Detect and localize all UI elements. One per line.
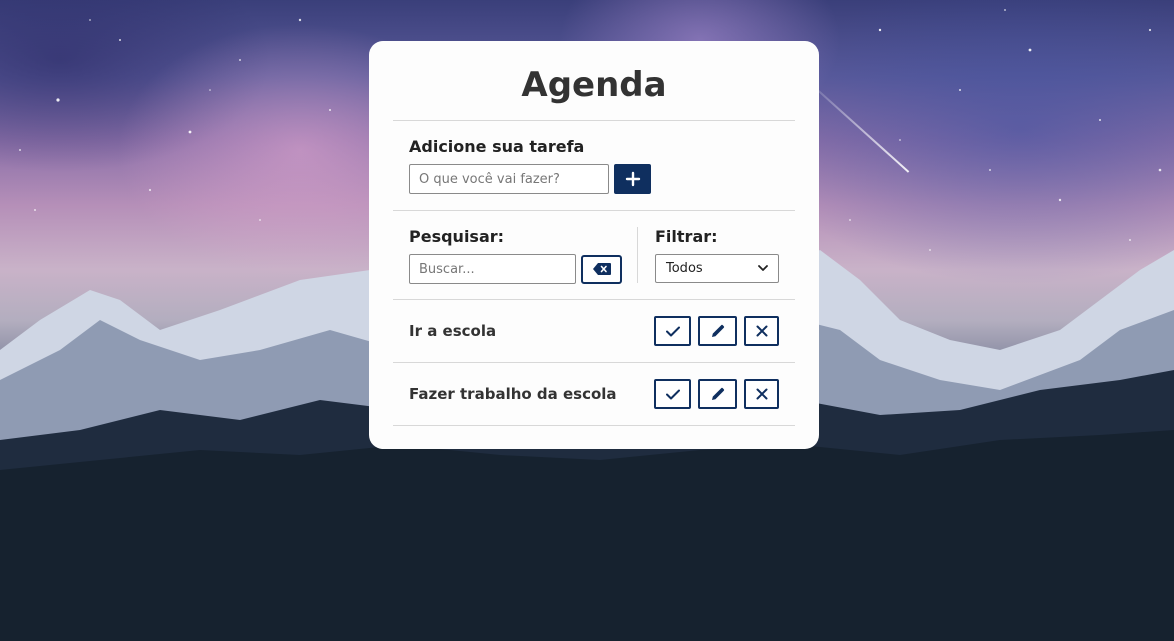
search-filter-section: Pesquisar: Filtrar: Todos (393, 211, 795, 300)
pencil-icon (711, 387, 724, 400)
search-label: Pesquisar: (409, 227, 505, 246)
search-column: Pesquisar: (409, 227, 638, 284)
filter-column: Filtrar: Todos (638, 227, 779, 299)
finish-todo-button[interactable] (654, 379, 691, 409)
search-input[interactable] (409, 254, 576, 284)
filter-label: Filtrar: (655, 227, 718, 246)
edit-todo-button[interactable] (698, 316, 737, 346)
pencil-icon (711, 324, 724, 337)
add-task-row (409, 164, 779, 194)
close-icon (756, 388, 767, 400)
plus-icon (625, 171, 640, 187)
todo-actions (654, 316, 779, 346)
remove-todo-button[interactable] (744, 379, 779, 409)
todo-item: Ir a escola (393, 300, 795, 363)
add-task-button[interactable] (614, 164, 651, 194)
finish-todo-button[interactable] (654, 316, 691, 346)
todo-actions (654, 379, 779, 409)
search-row (409, 254, 637, 284)
add-task-section: Adicione sua tarefa (393, 121, 795, 211)
chevron-down-icon (758, 265, 768, 271)
close-icon (756, 325, 767, 337)
clear-search-button[interactable] (581, 254, 622, 284)
edit-todo-button[interactable] (698, 379, 737, 409)
check-icon (665, 389, 680, 399)
page-title: Agenda (393, 41, 795, 121)
filter-selected-value: Todos (666, 261, 703, 276)
add-task-label: Adicione sua tarefa (409, 137, 585, 156)
todo-text: Fazer trabalho da escola (409, 385, 617, 403)
todo-text: Ir a escola (409, 322, 497, 340)
remove-todo-button[interactable] (744, 316, 779, 346)
todo-card: Agenda Adicione sua tarefa Pesquisar: (369, 41, 819, 449)
todo-item: Fazer trabalho da escola (393, 363, 795, 426)
filter-select[interactable]: Todos (655, 254, 779, 283)
add-task-input[interactable] (409, 164, 609, 194)
check-icon (665, 326, 680, 336)
backspace-icon (592, 263, 611, 275)
